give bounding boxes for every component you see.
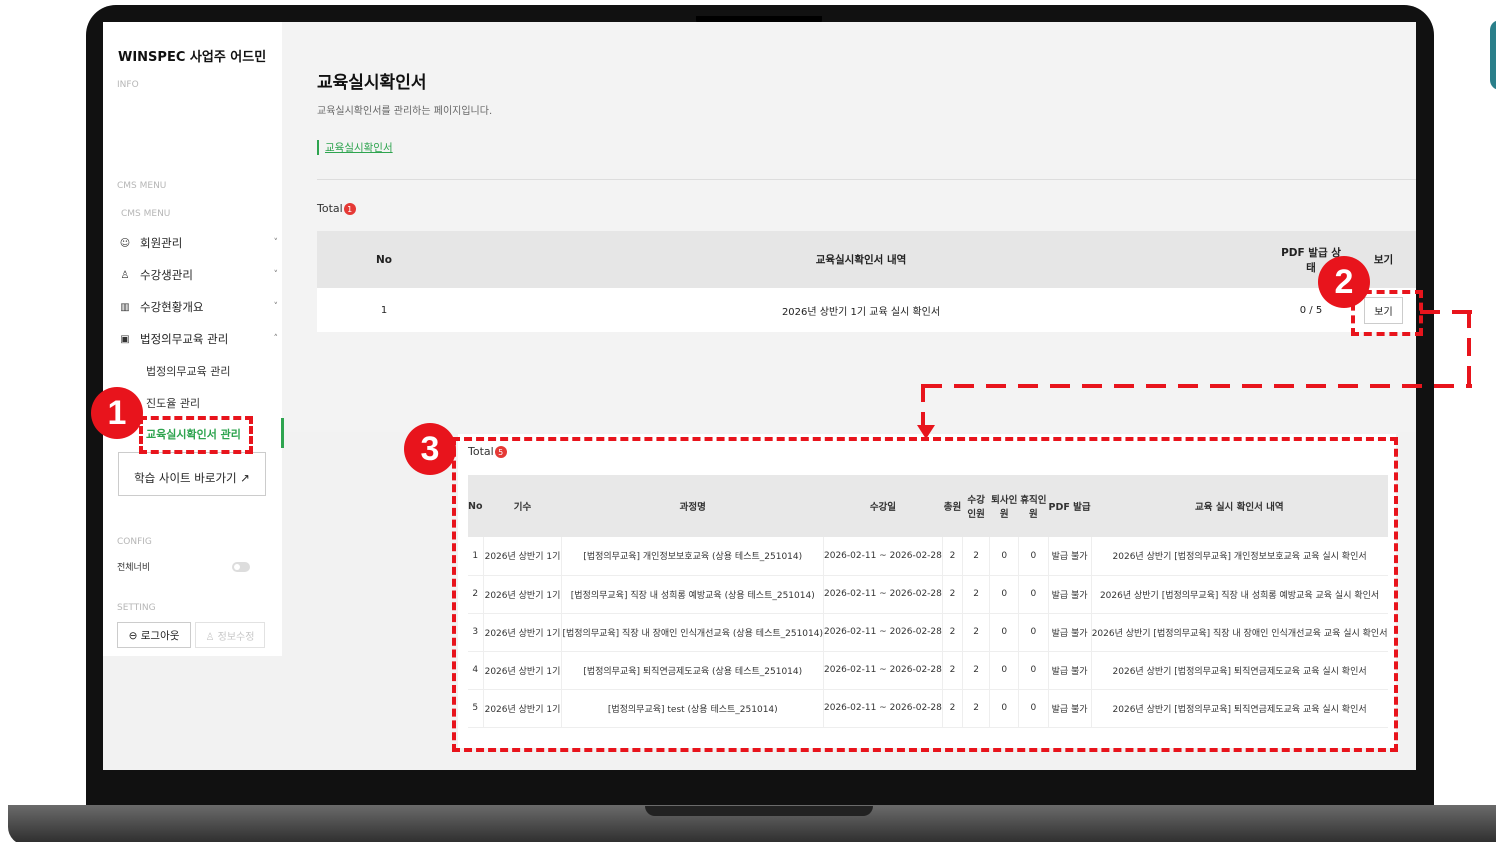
menu-label: 수강현황개요: [140, 300, 204, 314]
info-label: INFO: [117, 80, 139, 90]
logout-button[interactable]: ⊖ 로그아웃: [117, 622, 191, 648]
sidebar: WINSPEC 사업주 어드민 INFO CMS MENU CMS MENU ☺…: [103, 22, 284, 656]
chevron-up-icon: ˄: [273, 334, 279, 344]
wide-toggle[interactable]: [232, 562, 250, 572]
decorative-edge: [1490, 20, 1496, 90]
divider: [317, 179, 1416, 180]
learning-site-button[interactable]: 학습 사이트 바로가기 ↗: [118, 452, 266, 496]
page-description: 교육실시확인서를 관리하는 페이지입니다.: [317, 106, 493, 117]
certificate-table: No 교육실시확인서 내역 PDF 발급 상태 보기 1 2026년 상반기 1…: [317, 231, 1416, 332]
submenu-legal-education[interactable]: 법정의무교육 관리: [146, 363, 230, 379]
table-row: 1 2026년 상반기 1기 교육 실시 확인서 0 / 5 보기: [317, 288, 1416, 332]
laptop-mockup: { "sidebar": { "title": "WINSPEC 사업주 어드민…: [0, 0, 1496, 842]
step-badge-1: 1: [91, 387, 143, 439]
connector-line: [921, 384, 925, 426]
total-label: Total: [317, 202, 343, 215]
breadcrumb[interactable]: 교육실시확인서: [317, 140, 393, 155]
setting-label: SETTING: [117, 603, 156, 613]
header-history: 교육실시확인서 내역: [451, 231, 1271, 288]
app-title: WINSPEC 사업주 어드민: [118, 50, 267, 65]
total-count: Total 1: [317, 202, 356, 215]
config-label: CONFIG: [117, 537, 152, 547]
menu-label: 회원관리: [140, 236, 183, 250]
smile-icon: ☺: [119, 237, 131, 249]
step-badge-3: 3: [404, 423, 456, 475]
page-title: 교육실시확인서: [317, 73, 427, 93]
cell-no: 1: [317, 288, 451, 332]
header-no: No: [317, 231, 451, 288]
edit-info-button[interactable]: ♙ 정보수정: [195, 622, 265, 648]
connector-line: [922, 384, 1472, 388]
menu-label: 법정의무교육 관리: [140, 332, 229, 346]
laptop-hinge: [645, 806, 873, 816]
main-content: [282, 22, 1416, 432]
chart-icon: ▥: [120, 301, 130, 313]
cms-menu-label: CMS MENU: [117, 181, 167, 191]
submenu-progress[interactable]: 진도율 관리: [146, 395, 200, 411]
cell-history: 2026년 상반기 1기 교육 실시 확인서: [451, 288, 1271, 332]
connector-line: [1467, 310, 1471, 388]
chevron-down-icon: ˅: [273, 238, 279, 248]
cms-menu-label-secondary: CMS MENU: [121, 209, 171, 219]
connector-line: [1420, 310, 1474, 314]
chevron-down-icon: ˅: [273, 302, 279, 312]
menu-item-legal-education[interactable]: ▣ 법정의무교육 관리 ˄: [118, 328, 278, 350]
chevron-down-icon: ˅: [273, 270, 279, 280]
person-icon: ♙: [120, 269, 130, 281]
table-header: No 교육실시확인서 내역 PDF 발급 상태 보기: [317, 231, 1416, 288]
highlight-detail-table: [452, 437, 1398, 752]
menu-label: 수강생관리: [140, 268, 193, 282]
menu-item-students[interactable]: ♙ 수강생관리 ˅: [118, 264, 278, 286]
book-icon: ▣: [120, 333, 130, 345]
highlight-submenu: [139, 416, 253, 454]
active-indicator: [281, 418, 284, 448]
total-badge: 1: [343, 203, 356, 215]
menu-item-overview[interactable]: ▥ 수강현황개요 ˅: [118, 296, 278, 318]
step-badge-2: 2: [1318, 256, 1370, 308]
menu-item-members[interactable]: ☺ 회원관리 ˅: [118, 232, 278, 254]
